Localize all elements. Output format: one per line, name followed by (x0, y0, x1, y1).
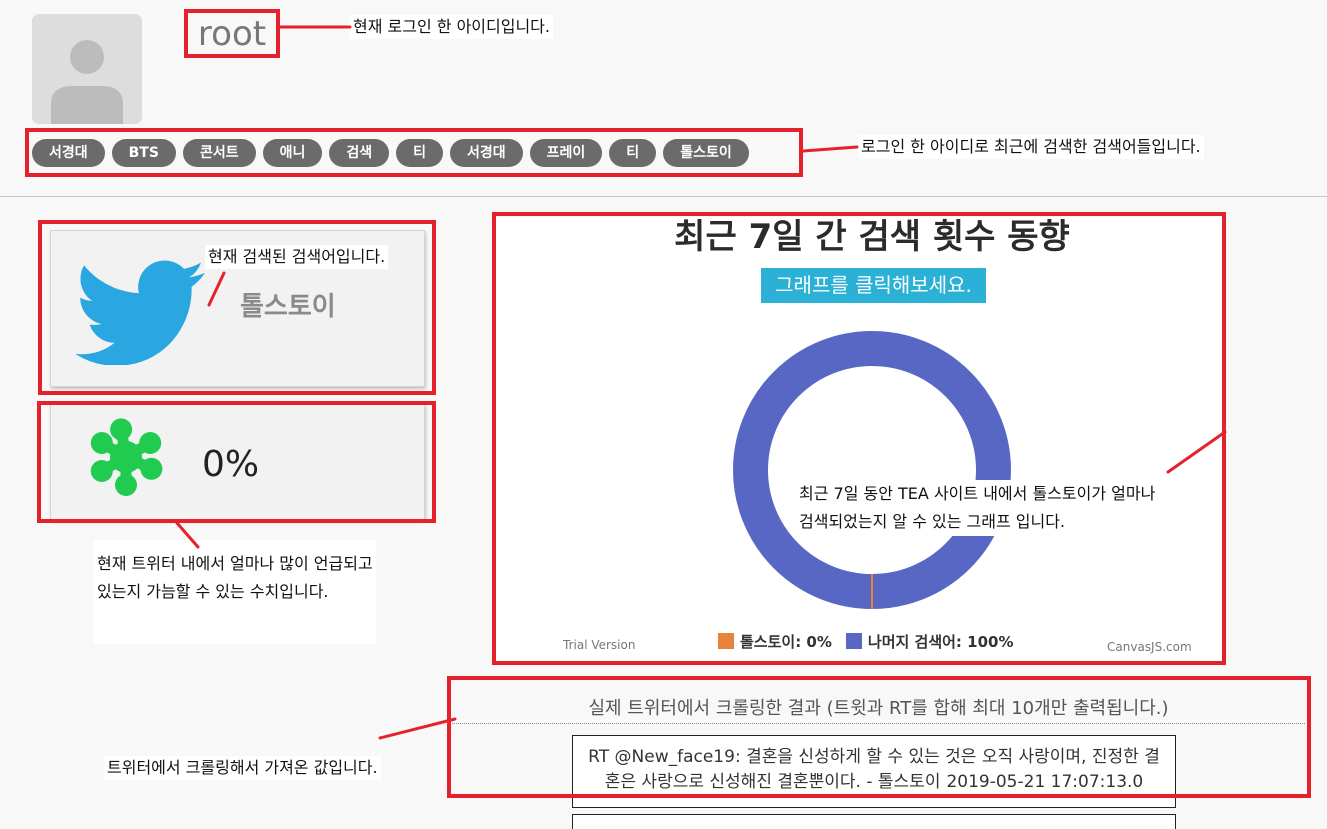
recent-search-chip[interactable]: 서경대 (32, 138, 105, 167)
legend-item-0[interactable]: 톨스토이: 0% (718, 631, 832, 652)
recent-search-chip[interactable]: 티 (396, 138, 444, 167)
recent-search-chip[interactable]: 콘서트 (182, 138, 256, 167)
annotation-crawl: 트위터에서 크롤링해서 가져온 값입니다. (104, 756, 381, 780)
legend-swatch-0 (718, 633, 734, 649)
chart-legend: 톨스토이: 0% 나머지 검색어: 100% (718, 631, 1013, 651)
recent-search-chip[interactable]: 티 (609, 138, 657, 167)
annotation-chart: 최근 7일 동안 TEA 사이트 내에서 톨스토이가 얼마나 검색되었는지 알 … (793, 480, 1162, 536)
username: root (197, 13, 267, 54)
annotation-mention-rate: 현재 트위터 내에서 얼마나 많이 언급되고 있는지 가늠할 수 있는 수치입니… (94, 540, 376, 644)
annotation-user-id: 현재 로그인 한 아이디입니다. (350, 15, 553, 39)
crawl-results-header: 실제 트위터에서 크롤링한 결과 (트윗과 RT를 합해 최대 10개만 출력됩… (588, 698, 1169, 719)
recent-search-chip[interactable]: 애니 (262, 138, 323, 167)
annotation-current-keyword: 현재 검색된 검색어입니다. (205, 245, 389, 269)
legend-label-1: 나머지 검색어: 100% (867, 632, 1014, 651)
annotation-mention-rate-line: 현재 트위터 내에서 얼마나 많이 언급되고 (97, 554, 373, 573)
recent-search-chip[interactable]: 서경대 (450, 138, 523, 167)
chart-watermark-canvasjs[interactable]: CanvasJS.com (1107, 640, 1192, 654)
connector-line-recent-searches (801, 145, 859, 153)
twitter-bird-icon (75, 260, 205, 365)
donut-chart[interactable] (722, 320, 1022, 620)
section-divider (0, 196, 1327, 197)
legend-swatch-1 (845, 633, 862, 649)
recent-searches-list: 서경대 BTS 콘서트 애니 검색 티 서경대 프레이 티 톨스토이 (29, 132, 799, 173)
annotation-mention-rate-line: 있는지 가늠할 수 있는 수치입니다. (97, 582, 329, 601)
legend-item-1[interactable]: 나머지 검색어: 100% (845, 631, 1014, 652)
user-avatar-icon (32, 14, 142, 124)
green-splat-icon (90, 418, 163, 496)
tweet-date: 2019-05-21 17:07:13.0 (946, 772, 1144, 792)
legend-label-0: 톨스토이: 0% (740, 632, 832, 651)
recent-search-chip[interactable]: 검색 (329, 138, 390, 167)
mention-rate-card: 0% (50, 404, 425, 520)
chart-watermark-trial: Trial Version (563, 638, 636, 652)
annotation-recent-searches: 로그인 한 아이디로 최근에 검색한 검색어들입니다. (858, 135, 1204, 159)
current-keyword: 톨스토이 (240, 292, 336, 322)
donut-slice-1[interactable] (733, 331, 1011, 609)
annotation-chart-line: 최근 7일 동안 TEA 사이트 내에서 톨스토이가 얼마나 (799, 484, 1156, 503)
search-trend-chart[interactable]: 최근 7일 간 검색 횟수 동향 그래프를 클릭해보세요. 톨스토이: 0% 나머… (496, 217, 1222, 661)
mention-rate-value: 0% (202, 444, 260, 485)
crawl-results-divider (452, 723, 1305, 724)
tweet-item (572, 814, 1176, 829)
recent-search-chip[interactable]: 톨스토이 (663, 138, 749, 167)
recent-search-chip[interactable]: 프레이 (529, 138, 603, 167)
user-avatar (32, 14, 142, 124)
annotation-chart-line: 검색되었는지 알 수 있는 그래프 입니다. (799, 512, 1066, 531)
tweet-item: RT @New_face19: 결혼을 신성하게 할 수 있는 것은 오직 사랑… (572, 735, 1176, 808)
chart-title: 최근 7일 간 검색 횟수 동향 (674, 217, 1070, 257)
recent-search-chip[interactable]: BTS (111, 138, 176, 167)
chart-hint-button[interactable]: 그래프를 클릭해보세요. (761, 268, 986, 303)
connector-line-crawl (378, 717, 457, 740)
